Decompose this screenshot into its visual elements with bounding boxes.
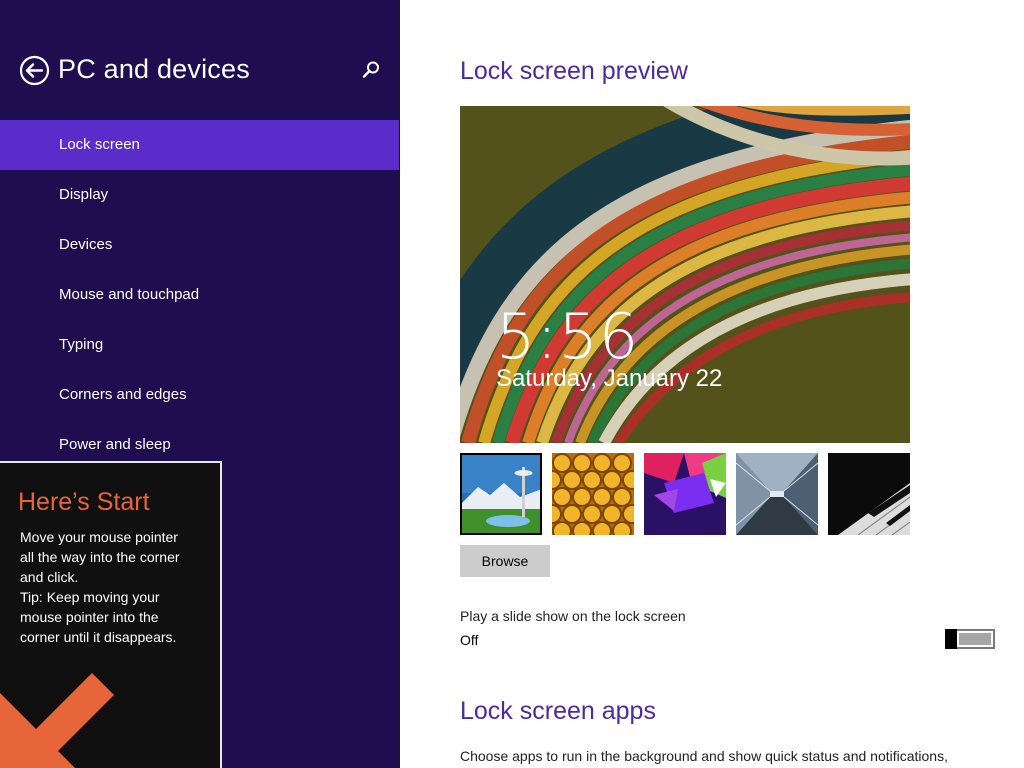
lock-screen-preview: 5:56 Saturday, January 22 [460, 106, 910, 443]
sidebar-item-label: Power and sleep [59, 436, 171, 453]
honeycomb-thumbnail[interactable] [552, 453, 634, 535]
sidebar-nav: Lock screen Display Devices Mouse and to… [0, 120, 400, 470]
toggle-track [959, 633, 991, 645]
sidebar-item-label: Corners and edges [59, 386, 187, 403]
sidebar-item-label: Mouse and touchpad [59, 286, 200, 303]
space-needle-thumbnail[interactable] [460, 453, 542, 535]
back-arrow-icon [19, 55, 50, 86]
browse-button[interactable]: Browse [460, 545, 550, 577]
tip-line: Move your mouse pointer [20, 529, 178, 545]
sidebar-item-mouse-and-touchpad[interactable]: Mouse and touchpad [0, 270, 400, 320]
slideshow-state-text: Off [460, 632, 479, 648]
tip-body: Move your mouse pointer all the way into… [20, 527, 210, 647]
search-button[interactable] [360, 59, 382, 81]
background-thumbnails [460, 453, 910, 535]
piano-keys-thumbnail[interactable] [828, 453, 910, 535]
sidebar-item-display[interactable]: Display [0, 170, 400, 220]
main-content: Lock screen preview 5:56 Saturday, Janua… [400, 0, 1024, 768]
sidebar-item-label: Lock screen [59, 136, 140, 153]
sidebar-item-label: Display [59, 186, 109, 203]
section-title-lock-screen-preview: Lock screen preview [460, 57, 688, 85]
start-tip-overlay: Here’s Start Move your mouse pointer all… [0, 461, 222, 768]
slideshow-label: Play a slide show on the lock screen [460, 608, 686, 624]
sidebar-item-label: Typing [59, 336, 104, 353]
page-title: PC and devices [58, 54, 250, 84]
tip-line: and click. [20, 569, 79, 585]
slideshow-toggle[interactable] [945, 629, 995, 649]
tip-title: Here’s Start [18, 488, 150, 516]
color-shapes-thumbnail[interactable] [644, 453, 726, 535]
sidebar-item-typing[interactable]: Typing [0, 320, 400, 370]
sidebar-item-label: Devices [59, 236, 113, 253]
toggle-thumb[interactable] [945, 629, 957, 649]
lock-screen-apps-description: Choose apps to run in the background and… [460, 748, 948, 764]
lock-screen-date: Saturday, January 22 [496, 365, 723, 392]
lock-screen-time: 5:56 [496, 300, 640, 373]
back-button[interactable] [19, 55, 50, 86]
tip-line: Tip: Keep moving your [20, 589, 160, 605]
down-left-arrow-icon [0, 673, 114, 768]
tunnel-thumbnail[interactable] [736, 453, 818, 535]
search-icon [362, 61, 379, 78]
sidebar-item-lock-screen[interactable]: Lock screen [0, 120, 399, 170]
tip-line: mouse pointer into the [20, 609, 159, 625]
section-title-lock-screen-apps: Lock screen apps [460, 697, 656, 725]
tip-line: all the way into the corner [20, 549, 180, 565]
sidebar-item-corners-and-edges[interactable]: Corners and edges [0, 370, 400, 420]
sidebar-item-devices[interactable]: Devices [0, 220, 400, 270]
tip-line: corner until it disappears. [20, 629, 177, 645]
